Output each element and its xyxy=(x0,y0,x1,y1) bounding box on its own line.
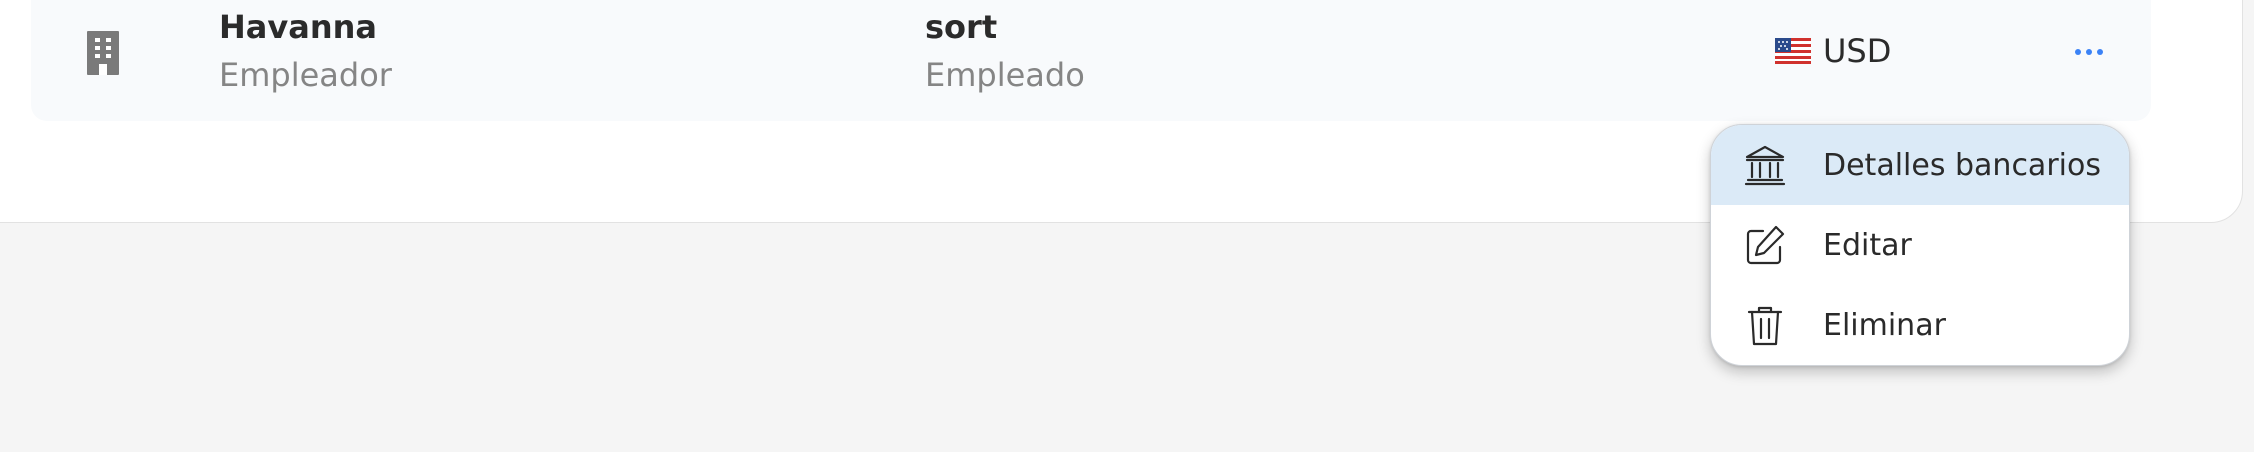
employer-name: Havanna xyxy=(219,8,377,46)
menu-item-label: Detalles bancarios xyxy=(1823,147,2101,183)
trash-icon xyxy=(1747,306,1783,346)
menu-item-edit[interactable]: Editar xyxy=(1711,205,2129,285)
bank-icon xyxy=(1744,145,1786,186)
employer-cell: Havanna Empleador xyxy=(219,7,392,95)
more-options-button[interactable] xyxy=(2061,31,2117,73)
row-actions-menu: Detalles bancarios Editar Eliminar xyxy=(1710,124,2130,366)
menu-item-bank-details[interactable]: Detalles bancarios xyxy=(1711,125,2129,205)
employee-name: sort xyxy=(925,8,998,46)
table-row[interactable]: Havanna Empleador sort Empleado USD xyxy=(31,0,2151,121)
menu-item-label: Editar xyxy=(1823,227,1912,263)
menu-item-delete[interactable]: Eliminar xyxy=(1711,285,2129,365)
dot xyxy=(2075,49,2081,55)
currency-badge: USD xyxy=(1775,31,1891,71)
building-icon xyxy=(87,31,119,75)
us-flag-icon xyxy=(1775,38,1811,64)
menu-item-label: Eliminar xyxy=(1823,307,1946,343)
employer-role: Empleador xyxy=(219,56,392,94)
employee-role: Empleado xyxy=(925,56,1085,94)
employee-cell: sort Empleado xyxy=(925,7,1085,95)
currency-code: USD xyxy=(1823,32,1892,70)
dot xyxy=(2097,49,2103,55)
more-horizontal-icon xyxy=(2075,49,2103,55)
edit-icon xyxy=(1746,225,1785,265)
dot xyxy=(2086,49,2092,55)
